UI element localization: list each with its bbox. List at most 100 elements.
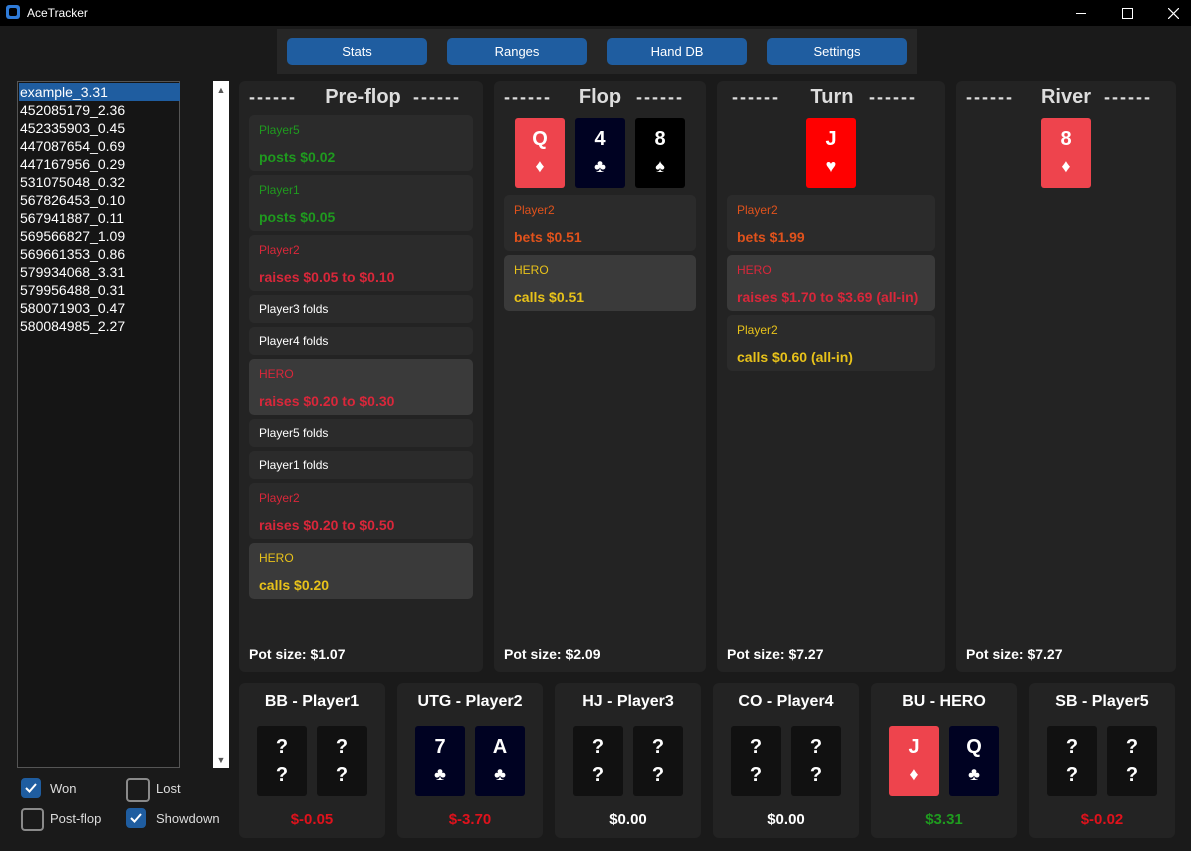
title-dashes: ------: [1104, 87, 1152, 107]
list-item[interactable]: 452085179_2.36: [19, 101, 180, 119]
hidden-suit-icon: ?: [651, 764, 665, 786]
close-icon: [1167, 7, 1179, 19]
list-item[interactable]: 580071903_0.47: [19, 299, 180, 317]
settings-button[interactable]: Settings: [767, 38, 907, 65]
maximize-icon: [1121, 7, 1133, 19]
minimize-icon: [1076, 12, 1086, 14]
list-item[interactable]: 567941887_0.11: [19, 209, 180, 227]
window-title: AceTracker: [27, 6, 88, 20]
hole-card: A ♣: [475, 726, 525, 796]
hidden-suit-icon: ?: [809, 764, 823, 786]
fold-entry: Player5 folds: [249, 419, 473, 447]
title-dashes: ------: [413, 87, 461, 107]
hole-card: ? ?: [317, 726, 367, 796]
card-rank: ?: [749, 736, 763, 758]
list-item[interactable]: 580084985_2.27: [19, 317, 180, 335]
lost-label: Lost: [156, 781, 181, 796]
action-text: Player3 folds: [259, 302, 329, 316]
seat-amount: $3.31: [925, 811, 963, 828]
action-text: calls $0.20: [259, 577, 330, 593]
maximize-button[interactable]: [1104, 0, 1150, 26]
hidden-suit-icon: ?: [1125, 764, 1139, 786]
action-text: Player5 folds: [259, 426, 329, 440]
action-entry: Player2 bets $0.51: [504, 195, 696, 251]
list-item[interactable]: 569566827_1.09: [19, 227, 180, 245]
hole-card: ? ?: [791, 726, 841, 796]
hidden-suit-icon: ?: [591, 764, 605, 786]
fold-entry: Player1 folds: [249, 451, 473, 479]
hand-db-button[interactable]: Hand DB: [607, 38, 747, 65]
hand-list-scrollbar[interactable]: ▲ ▼: [213, 81, 229, 768]
hole-card: Q ♣: [949, 726, 999, 796]
board-card: 8 ♦: [1041, 118, 1091, 188]
hole-card: J ♦: [889, 726, 939, 796]
diamond-icon: ♦: [1061, 156, 1071, 176]
action-text: calls $0.51: [514, 289, 585, 305]
fold-entry: Player3 folds: [249, 295, 473, 323]
pot-size: Pot size: $7.27: [727, 646, 824, 662]
action-entry: Player1 posts $0.05: [249, 175, 473, 231]
action-player: Player1: [259, 183, 300, 197]
action-player: Player2: [737, 203, 778, 217]
scroll-up-icon[interactable]: ▲: [213, 85, 229, 95]
club-icon: ♣: [594, 156, 606, 176]
action-entry: HERO raises $1.70 to $3.69 (all-in): [727, 255, 935, 311]
action-entry: HERO calls $0.51: [504, 255, 696, 311]
spade-icon: ♠: [655, 156, 665, 176]
seat-title: CO - Player4: [738, 693, 834, 710]
board-card: J ♥: [806, 118, 856, 188]
list-item[interactable]: 531075048_0.32: [19, 173, 180, 191]
action-text: posts $0.05: [259, 209, 336, 225]
ranges-button[interactable]: Ranges: [447, 38, 587, 65]
hole-card: ? ?: [731, 726, 781, 796]
river-title: River: [1040, 86, 1092, 108]
action-player: HERO: [259, 551, 294, 565]
post-flop-label: Post-flop: [50, 811, 102, 826]
scroll-down-icon[interactable]: ▼: [213, 755, 229, 765]
seat-title: BU - HERO: [902, 693, 986, 710]
list-item[interactable]: 447167956_0.29: [19, 155, 180, 173]
club-icon: ♣: [968, 764, 980, 784]
turn-title: Turn: [810, 86, 854, 108]
post-flop-checkbox[interactable]: [21, 808, 44, 831]
card-rank: ?: [1125, 736, 1139, 758]
hand-list: example_3.31 452085179_2.36 452335903_0.…: [17, 81, 180, 768]
close-button[interactable]: [1150, 0, 1191, 26]
action-entry: Player5 posts $0.02: [249, 115, 473, 171]
card-rank: ?: [1065, 736, 1079, 758]
card-rank: 7: [434, 736, 446, 758]
action-player: Player2: [259, 491, 300, 505]
title-dashes: ------: [966, 87, 1014, 107]
action-text: calls $0.60 (all-in): [737, 349, 853, 365]
minimize-button[interactable]: [1058, 0, 1104, 26]
seat-amount: $0.00: [609, 811, 647, 828]
list-item[interactable]: 567826453_0.10: [19, 191, 180, 209]
title-dashes: ------: [869, 87, 917, 107]
list-item[interactable]: 569661353_0.86: [19, 245, 180, 263]
list-item[interactable]: example_3.31: [19, 83, 180, 101]
seat-amount: $-3.70: [448, 811, 492, 828]
list-item[interactable]: 452335903_0.45: [19, 119, 180, 137]
seat-amount: $-0.02: [1080, 811, 1124, 828]
list-item[interactable]: 447087654_0.69: [19, 137, 180, 155]
showdown-checkbox[interactable]: [126, 808, 146, 828]
seat-title: UTG - Player2: [417, 693, 523, 710]
heart-icon: ♥: [825, 156, 837, 176]
hole-card: ? ?: [573, 726, 623, 796]
list-item[interactable]: 579956488_0.31: [19, 281, 180, 299]
list-item[interactable]: 579934068_3.31: [19, 263, 180, 281]
board-card: 8 ♠: [635, 118, 685, 188]
card-rank: ?: [809, 736, 823, 758]
action-player: HERO: [514, 263, 549, 277]
stats-button[interactable]: Stats: [287, 38, 427, 65]
board-card: Q ♦: [515, 118, 565, 188]
title-dashes: ------: [732, 87, 780, 107]
pot-size: Pot size: $2.09: [504, 646, 601, 662]
action-entry: Player2 calls $0.60 (all-in): [727, 315, 935, 371]
lost-checkbox[interactable]: [126, 778, 150, 802]
title-dashes: ------: [249, 87, 297, 107]
fold-entry: Player4 folds: [249, 327, 473, 355]
diamond-icon: ♦: [909, 764, 919, 784]
won-checkbox[interactable]: [21, 778, 41, 798]
action-text: posts $0.02: [259, 149, 336, 165]
